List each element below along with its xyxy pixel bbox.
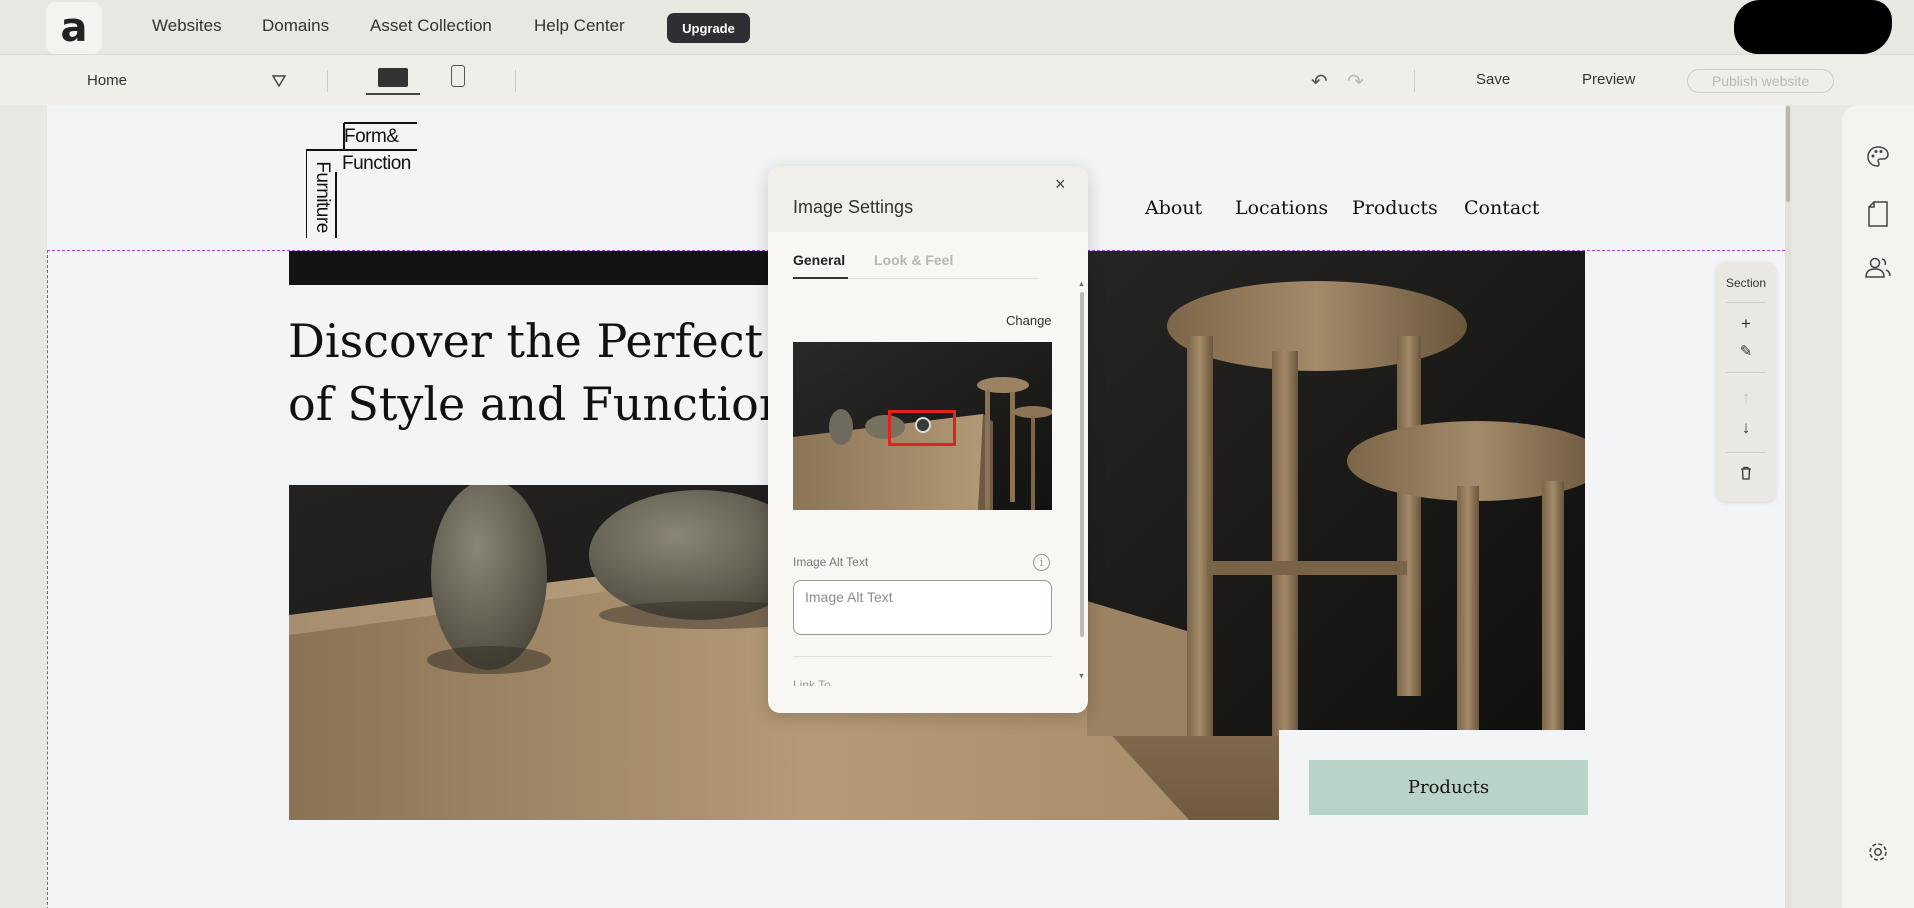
- section-toolbar-label: Section: [1725, 276, 1767, 290]
- section-toolbar-divider: [1726, 452, 1766, 453]
- settings-gear-icon[interactable]: [1842, 841, 1914, 863]
- top-navigation: a Websites Domains Asset Collection Help…: [0, 0, 1914, 54]
- alt-text-label: Image Alt Text: [793, 555, 869, 569]
- mobile-view-icon[interactable]: [451, 65, 465, 87]
- nav-domains[interactable]: Domains: [262, 16, 329, 36]
- toolbar-divider: [515, 70, 516, 92]
- redo-icon[interactable]: ↷: [1347, 69, 1364, 94]
- toolbar-divider: [327, 70, 328, 92]
- palette-icon[interactable]: [1842, 145, 1914, 169]
- chevron-down-icon[interactable]: [272, 75, 286, 87]
- nav-help-center[interactable]: Help Center: [534, 16, 625, 36]
- edit-section-icon[interactable]: ✎: [1716, 342, 1776, 360]
- trash-icon[interactable]: [1716, 465, 1776, 485]
- active-tab-indicator: [793, 277, 848, 279]
- preview-button[interactable]: Preview: [1582, 71, 1635, 88]
- site-nav-locations[interactable]: Locations: [1235, 197, 1328, 219]
- site-nav-about[interactable]: About: [1145, 197, 1202, 219]
- modal-title: Image Settings: [793, 197, 914, 217]
- users-icon[interactable]: [1842, 257, 1914, 279]
- canvas-scrollbar-thumb[interactable]: [1786, 106, 1790, 202]
- site-nav-products[interactable]: Products: [1352, 197, 1438, 219]
- right-sidebar: [1842, 105, 1914, 908]
- modal-scrollbar-thumb[interactable]: [1080, 292, 1084, 637]
- move-up-icon[interactable]: ↑: [1716, 388, 1776, 408]
- section-toolbar: Section + ✎ ↑ ↓: [1716, 262, 1776, 502]
- modal-divider: [793, 656, 1052, 657]
- section-toolbar-divider: [1726, 302, 1766, 303]
- account-redacted[interactable]: [1734, 0, 1892, 54]
- scroll-up-arrow-icon[interactable]: ▲: [1078, 281, 1085, 288]
- editor-toolbar: Home ↶ ↷ Save Preview Publish website: [0, 54, 1914, 105]
- undo-icon[interactable]: ↶: [1311, 69, 1328, 94]
- logo-text-form: Form&: [344, 126, 399, 147]
- tab-look-and-feel[interactable]: Look & Feel: [874, 252, 953, 268]
- app-logo-glyph: a: [60, 5, 88, 51]
- publish-website-button[interactable]: Publish website: [1687, 69, 1834, 93]
- pages-icon[interactable]: [1842, 201, 1914, 227]
- page-select[interactable]: Home: [87, 72, 127, 89]
- section-toolbar-divider: [1726, 372, 1766, 373]
- site-nav-contact[interactable]: Contact: [1464, 197, 1539, 219]
- logo-text-function: Function: [342, 153, 411, 174]
- close-icon[interactable]: ×: [1055, 174, 1066, 195]
- add-section-icon[interactable]: +: [1716, 314, 1776, 334]
- canvas-scrollbar[interactable]: [1785, 105, 1791, 908]
- upgrade-button[interactable]: Upgrade: [667, 13, 750, 43]
- scroll-down-arrow-icon[interactable]: ▼: [1078, 673, 1085, 680]
- desktop-view-button[interactable]: [366, 65, 420, 95]
- logo-text-furniture: Furniture: [312, 161, 333, 233]
- link-to-label: Link To: [793, 678, 831, 686]
- toolbar-divider: [1414, 70, 1415, 92]
- focal-point-handle[interactable]: [915, 417, 931, 433]
- desktop-icon: [378, 68, 408, 87]
- tab-general[interactable]: General: [793, 252, 845, 268]
- alt-text-input[interactable]: [793, 580, 1052, 635]
- app-logo[interactable]: a: [46, 2, 102, 54]
- move-down-icon[interactable]: ↓: [1716, 418, 1776, 438]
- site-logo[interactable]: Form& Function Furniture: [305, 122, 418, 238]
- nav-websites[interactable]: Websites: [152, 16, 222, 36]
- save-button[interactable]: Save: [1476, 71, 1510, 88]
- change-image-button[interactable]: Change: [1006, 313, 1052, 328]
- info-icon[interactable]: i: [1033, 554, 1050, 571]
- nav-asset-collection[interactable]: Asset Collection: [370, 16, 492, 36]
